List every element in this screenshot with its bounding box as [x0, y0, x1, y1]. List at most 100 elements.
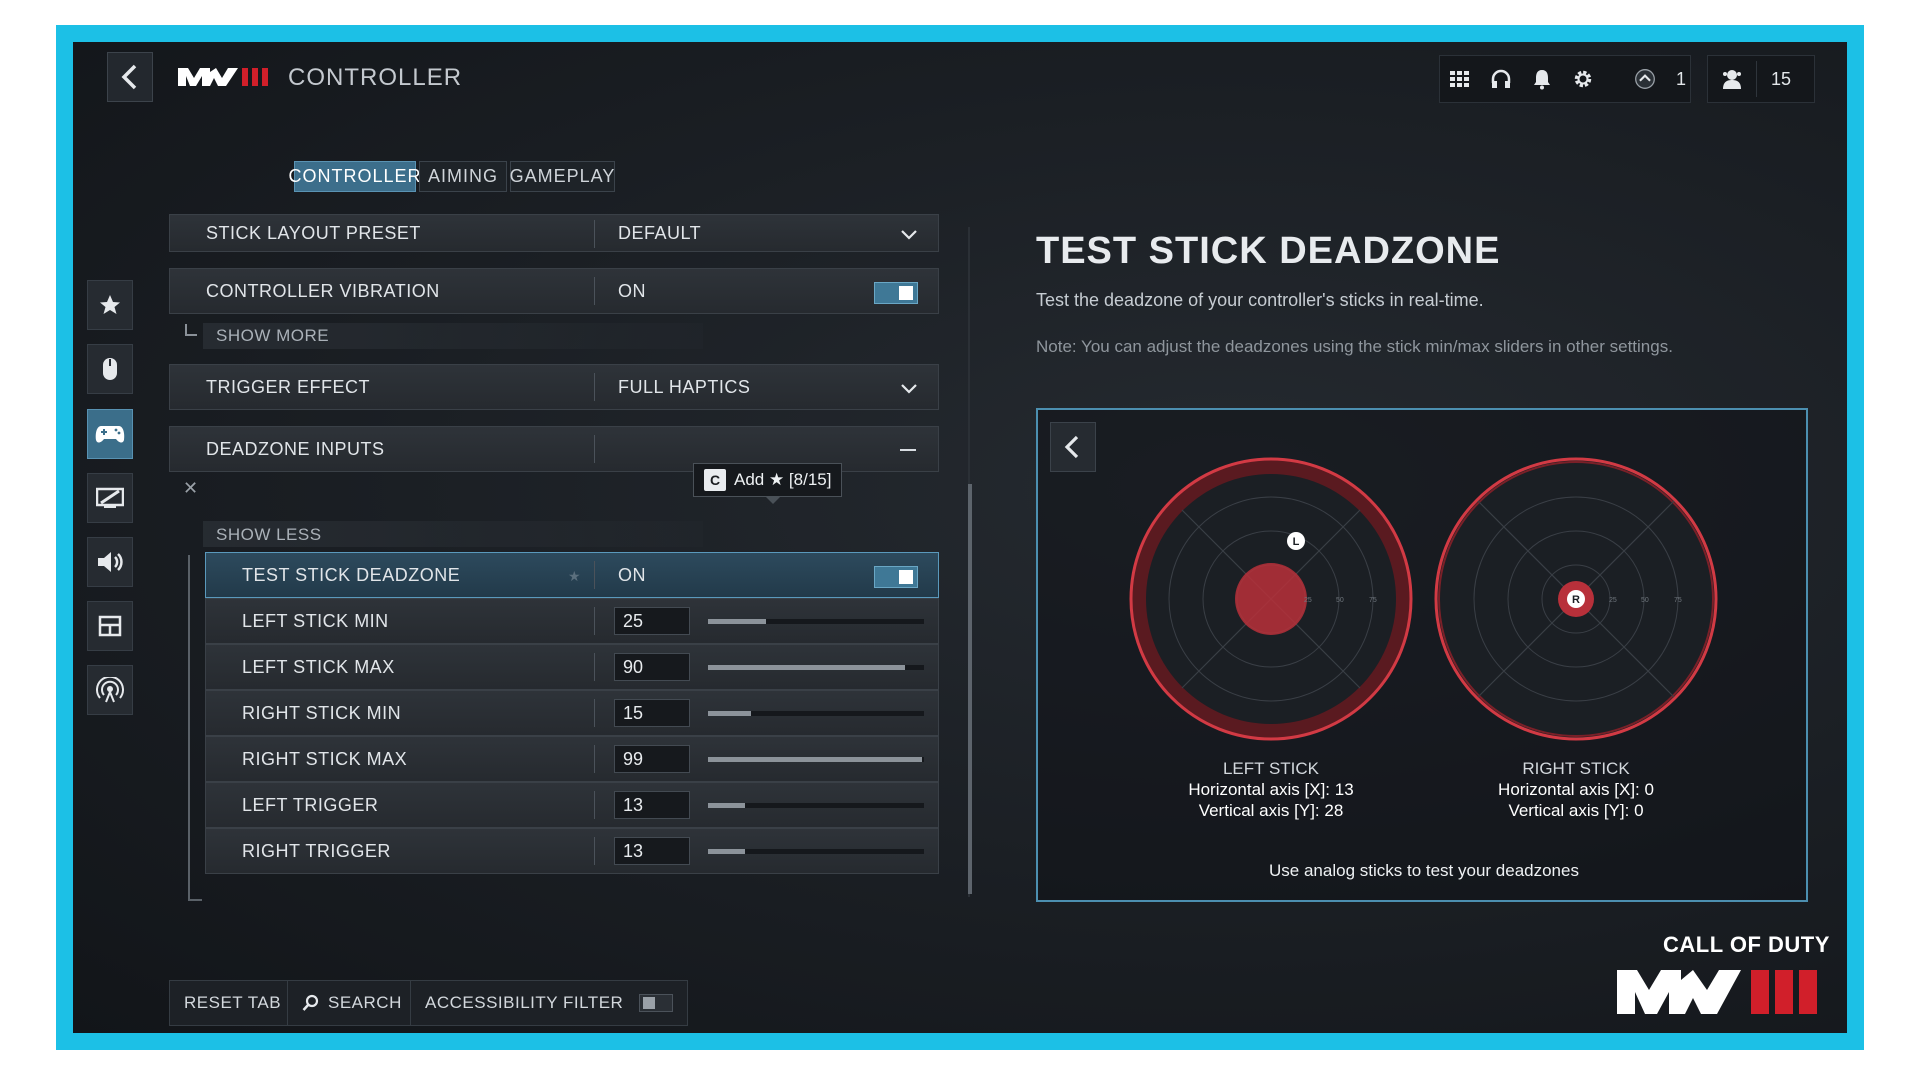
left-marker-label: L	[1293, 536, 1300, 548]
setting-label: STICK LAYOUT PRESET	[206, 223, 421, 243]
setting-label: DEADZONE INPUTS	[206, 439, 385, 459]
party-indicator[interactable]: 15	[1707, 55, 1815, 103]
nav-mouse[interactable]	[87, 344, 133, 394]
favorite-star-icon[interactable]: ★	[568, 568, 581, 585]
left-stick-readout: LEFT STICK Horizontal axis [X]: 13 Verti…	[1141, 758, 1401, 821]
slider-track[interactable]	[708, 803, 924, 808]
row-divider	[594, 653, 595, 681]
accessibility-toggle[interactable]	[639, 994, 674, 1012]
mw3-logo	[178, 68, 268, 86]
setting-label: RIGHT STICK MIN	[242, 703, 402, 723]
value-input[interactable]: 13	[614, 791, 690, 819]
chevron-left-icon	[1064, 435, 1079, 459]
value-input[interactable]: 25	[614, 607, 690, 635]
left-horizontal-axis: Horizontal axis [X]: 13	[1188, 780, 1354, 799]
party-icon	[1723, 70, 1741, 89]
slider-track[interactable]	[708, 757, 924, 762]
setting-value: ON	[618, 565, 646, 585]
panel-title: TEST STICK DEADZONE	[1036, 230, 1501, 272]
test-stick-toggle[interactable]	[874, 566, 918, 588]
row-divider	[594, 607, 595, 635]
headset-icon[interactable]	[1490, 68, 1512, 90]
cod-wordmark: CALL OF DUTY	[1663, 932, 1830, 957]
setting-trigger-effect[interactable]: TRIGGER EFFECT FULL HAPTICS	[169, 364, 939, 410]
setting-right-stick-max[interactable]: RIGHT STICK MAX 99	[205, 736, 939, 782]
tree-connector	[185, 324, 197, 336]
panel-back-button[interactable]	[1050, 422, 1096, 472]
setting-left-stick-min[interactable]: LEFT STICK MIN 25	[205, 598, 939, 644]
slider-fill	[708, 803, 745, 808]
setting-label: TRIGGER EFFECT	[206, 377, 370, 397]
chevron-down-icon[interactable]	[900, 379, 918, 397]
value-input[interactable]: 15	[614, 699, 690, 727]
tab-controller[interactable]: CONTROLLER	[288, 161, 421, 192]
game-settings-screen: CONTROLLER 1 15 CONTROLLER AIMING GAMEPL…	[73, 42, 1847, 1033]
value-input[interactable]: 90	[614, 653, 690, 681]
slider-track[interactable]	[708, 619, 924, 624]
display-icon	[96, 487, 124, 508]
nav-audio[interactable]	[87, 537, 133, 587]
row-divider	[594, 373, 595, 401]
search-button[interactable]: SEARCH	[287, 980, 417, 1026]
grid-icon[interactable]	[1450, 68, 1470, 90]
row-divider	[594, 277, 595, 305]
nav-network[interactable]	[87, 665, 133, 715]
tab-aiming[interactable]: AIMING	[419, 161, 507, 192]
nav-controller[interactable]	[87, 409, 133, 459]
setting-controller-vibration[interactable]: CONTROLLER VIBRATION ON	[169, 268, 939, 314]
header-toolbar: 1	[1439, 55, 1691, 103]
tab-gameplay[interactable]: GAMEPLAY	[510, 161, 615, 192]
bell-icon[interactable]	[1532, 68, 1552, 90]
setting-stick-layout-preset[interactable]: STICK LAYOUT PRESET DEFAULT	[169, 214, 939, 252]
reset-tab-button[interactable]: RESET TAB	[169, 980, 297, 1026]
network-icon	[96, 677, 124, 703]
slider-track[interactable]	[708, 711, 924, 716]
row-divider	[594, 791, 595, 819]
reset-tab-label: RESET TAB	[184, 993, 282, 1012]
setting-left-stick-max[interactable]: LEFT STICK MAX 90	[205, 644, 939, 690]
favorite-tooltip: C Add ★ [8/15]	[693, 463, 843, 497]
right-stick-readout: RIGHT STICK Horizontal axis [X]: 0 Verti…	[1446, 758, 1706, 821]
slider-track[interactable]	[708, 849, 924, 854]
setting-left-trigger[interactable]: LEFT TRIGGER 13	[205, 782, 939, 828]
tree-line-end	[188, 899, 202, 901]
ring-label-50: 50	[1641, 597, 1649, 604]
right-stick-name: RIGHT STICK	[1522, 759, 1630, 778]
close-icon[interactable]: ✕	[183, 478, 198, 499]
tooltip-arrow	[766, 497, 780, 504]
mouse-icon	[103, 358, 117, 380]
value-input[interactable]: 99	[614, 745, 690, 773]
setting-right-trigger[interactable]: RIGHT TRIGGER 13	[205, 828, 939, 874]
setting-right-stick-min[interactable]: RIGHT STICK MIN 15	[205, 690, 939, 736]
tooltip-text: Add ★ [8/15]	[734, 470, 832, 489]
interface-icon	[98, 615, 122, 637]
show-less-link[interactable]: SHOW LESS	[216, 525, 322, 545]
nav-graphics[interactable]	[87, 473, 133, 523]
nav-interface[interactable]	[87, 601, 133, 651]
scrollbar-thumb[interactable]	[968, 484, 972, 894]
panel-description: Test the deadzone of your controller's s…	[1036, 290, 1484, 310]
right-stick-visualizer: 25 50 75 R	[1434, 457, 1718, 741]
nav-favorites[interactable]	[87, 280, 133, 330]
ring-label-75: 75	[1674, 597, 1682, 604]
rank-icon[interactable]	[1634, 68, 1656, 90]
setting-test-stick-deadzone[interactable]: TEST STICK DEADZONE ★ ON	[205, 552, 939, 598]
accessibility-filter-button[interactable]: ACCESSIBILITY FILTER	[410, 980, 689, 1026]
value-input[interactable]: 13	[614, 837, 690, 865]
stick-test-panel: 25 50 75 L 25 50 75 R LEFT STICK Horizon…	[1036, 408, 1808, 902]
slider-track[interactable]	[708, 665, 924, 670]
back-button[interactable]	[107, 52, 153, 102]
slider-fill	[708, 665, 905, 670]
gear-icon[interactable]	[1572, 68, 1594, 90]
setting-label: LEFT TRIGGER	[242, 795, 379, 815]
star-icon	[100, 295, 120, 314]
setting-label: TEST STICK DEADZONE	[242, 565, 461, 585]
vibration-toggle[interactable]	[874, 282, 918, 304]
show-more-link[interactable]: SHOW MORE	[216, 326, 329, 346]
row-divider	[594, 745, 595, 773]
toggle-knob	[899, 570, 913, 584]
left-stick-visualizer: 25 50 75 L	[1129, 457, 1413, 741]
chevron-down-icon[interactable]	[900, 225, 918, 243]
collapse-icon[interactable]	[900, 449, 916, 451]
right-horizontal-axis: Horizontal axis [X]: 0	[1498, 780, 1654, 799]
